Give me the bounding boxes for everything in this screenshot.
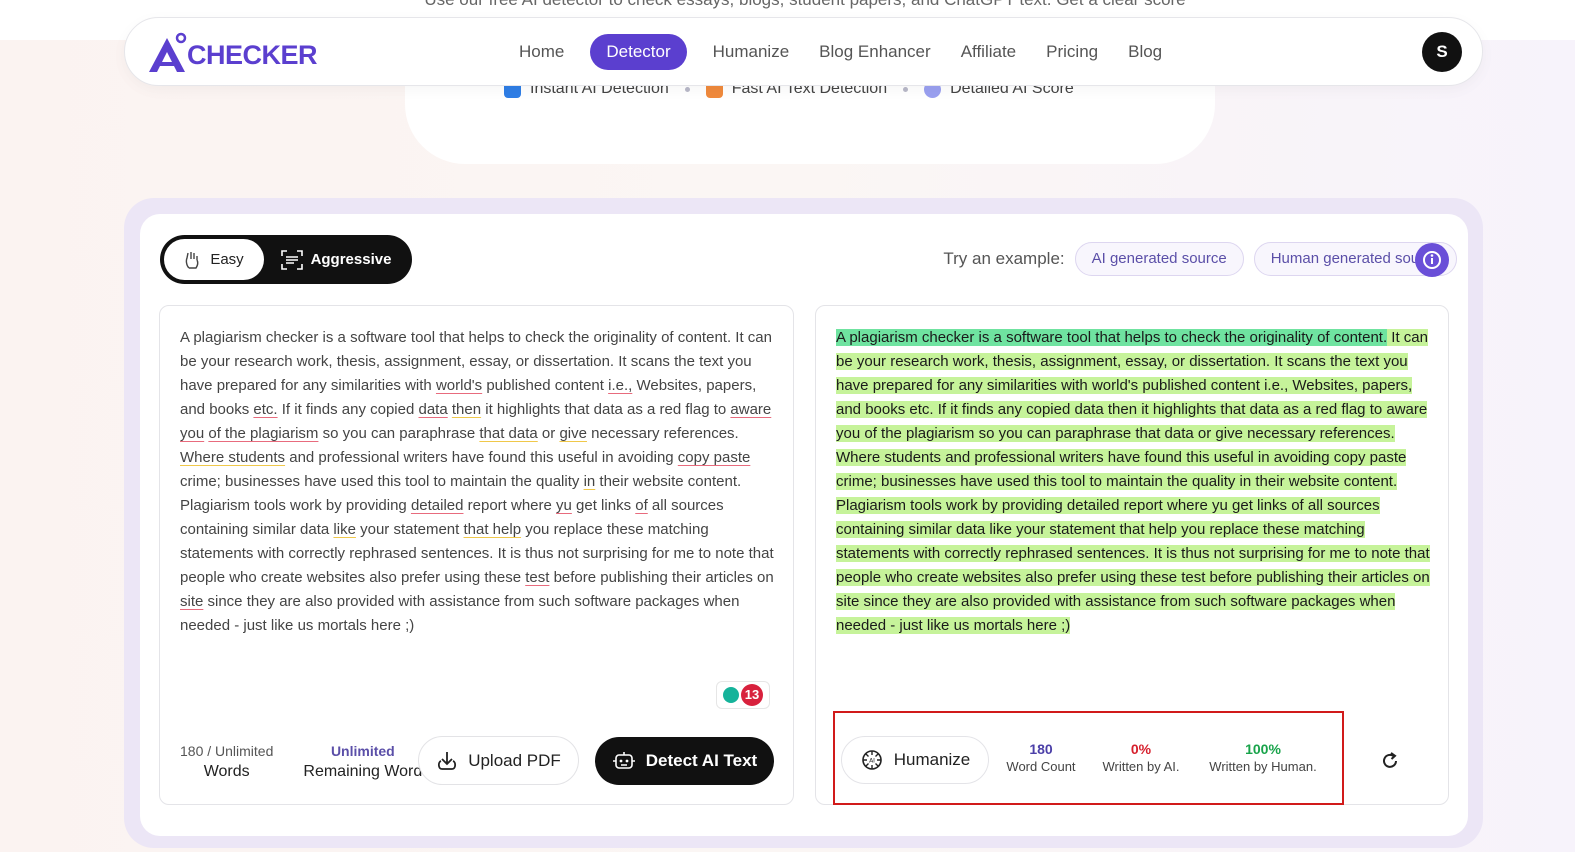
help-button[interactable] [1415, 243, 1449, 277]
text-segment: report where [463, 497, 557, 514]
text-segment: get links [571, 497, 636, 514]
input-stats: 180 / Unlimited Words Unlimited Remainin… [180, 743, 422, 781]
flagged-word[interactable]: give [559, 425, 587, 442]
remaining-stat: Unlimited Remaining Word [303, 743, 422, 781]
detect-ai-button[interactable]: Detect AI Text [595, 737, 774, 785]
logo-text: CHECKER [187, 40, 318, 70]
robot-icon [612, 752, 635, 769]
result-panel: A plagiarism checker is a software tool … [815, 305, 1449, 805]
issues-badge[interactable]: 13 [716, 681, 770, 709]
flagged-word[interactable]: detailed [411, 497, 464, 514]
separator-dot [684, 86, 690, 92]
text-segment: so you can paraphrase [318, 425, 480, 442]
text-segment: If it finds any copied [277, 401, 419, 418]
grammar-icon [723, 687, 739, 703]
nav-detector[interactable]: Detector [590, 34, 687, 70]
flagged-word[interactable]: data [419, 401, 448, 418]
mode-easy-button[interactable]: Easy [164, 239, 264, 280]
user-avatar[interactable]: S [1422, 32, 1462, 72]
input-panel: A plagiarism checker is a software tool … [159, 305, 794, 805]
ai-percent: 0% [1130, 741, 1152, 757]
flagged-word[interactable]: yu [556, 497, 572, 514]
input-text-area[interactable]: A plagiarism checker is a software tool … [180, 326, 778, 638]
hero-subtitle: Use our free AI detector to check essays… [390, 0, 1220, 10]
nav-links: Home Detector Humanize Blog Enhancer Aff… [515, 34, 1166, 70]
detect-ai-label: Detect AI Text [645, 751, 758, 770]
example-bar: Try an example: AI generated source Huma… [943, 242, 1457, 276]
flagged-word[interactable]: of [635, 497, 648, 514]
flagged-word[interactable]: copy paste [678, 449, 751, 466]
refresh-button[interactable] [1375, 746, 1405, 776]
mode-easy-label: Easy [210, 251, 244, 268]
highlighted-sentence: A plagiarism checker is a software tool … [836, 329, 1388, 346]
logo[interactable]: CHECKER [145, 28, 318, 76]
nav-pricing[interactable]: Pricing [1042, 34, 1102, 70]
flagged-word[interactable]: that data [479, 425, 537, 442]
word-count-label: Word Count [1006, 759, 1076, 774]
navbar: CHECKER Home Detector Humanize Blog Enha… [124, 17, 1483, 86]
flagged-word[interactable]: Where students [180, 449, 285, 466]
nav-blog-enhancer[interactable]: Blog Enhancer [815, 34, 935, 70]
flagged-word[interactable]: in [584, 473, 596, 490]
humanize-button[interactable]: AI Humanize [841, 736, 989, 784]
scan-icon [280, 249, 303, 270]
highlighted-sentence: Where students and professional writers … [836, 449, 1407, 490]
download-icon [438, 751, 457, 770]
ai-stat: 0% Written by AI. [1097, 741, 1185, 774]
ai-chip-icon: AI [861, 750, 882, 770]
result-text-area: A plagiarism checker is a software tool … [836, 326, 1436, 638]
flagged-word[interactable]: etc. [253, 401, 277, 418]
nav-blog[interactable]: Blog [1124, 34, 1166, 70]
ai-label: Written by AI. [1102, 759, 1180, 774]
humanize-label: Humanize [893, 750, 971, 769]
example-label: Try an example: [943, 249, 1065, 268]
flagged-word[interactable]: site [180, 593, 203, 610]
human-percent: 100% [1245, 741, 1281, 757]
result-summary: AI Humanize 180 Word Count 0% Written by… [833, 711, 1344, 805]
upload-pdf-label: Upload PDF [468, 750, 561, 770]
flagged-word[interactable]: like [333, 521, 356, 538]
word-count-stat: 180 Word Count [1005, 741, 1077, 774]
words-stat: 180 / Unlimited Words [180, 743, 273, 781]
separator-dot [903, 86, 909, 92]
flagged-word[interactable]: i.e., [608, 377, 632, 394]
text-segment: since they are also provided with assist… [180, 593, 740, 634]
remaining-label: Remaining Word [303, 763, 423, 780]
nav-affiliate[interactable]: Affiliate [957, 34, 1020, 70]
upload-pdf-button[interactable]: Upload PDF [418, 736, 579, 785]
nav-home[interactable]: Home [515, 34, 568, 70]
text-segment: and professional writers have found this… [285, 449, 678, 466]
words-value: 180 / Unlimited [180, 743, 274, 759]
human-stat: 100% Written by Human. [1203, 741, 1323, 774]
svg-text:AI: AI [869, 758, 875, 765]
mode-aggressive-button[interactable]: Aggressive [264, 249, 408, 270]
flagged-word[interactable]: world's [436, 377, 482, 394]
text-segment: it highlights that data as a red flag to [481, 401, 731, 418]
word-count-value: 180 [1029, 741, 1053, 757]
text-segment: crime; businesses have used this tool to… [180, 473, 584, 490]
text-segment: before publishing their articles on [549, 569, 774, 586]
remaining-value: Unlimited [330, 743, 395, 759]
ai-example-chip[interactable]: AI generated source [1074, 242, 1244, 276]
text-segment: necessary references. [586, 425, 739, 442]
logo-mark-icon [149, 32, 187, 72]
text-segment: your statement [355, 521, 464, 538]
refresh-icon [1383, 752, 1397, 768]
hand-icon [186, 251, 199, 269]
text-segment: or [537, 425, 560, 442]
text-segment: published content [482, 377, 609, 394]
flagged-word[interactable]: of the plagiarism [208, 425, 318, 442]
flagged-word[interactable]: test [525, 569, 549, 586]
issues-count: 13 [741, 684, 763, 706]
mode-aggressive-label: Aggressive [310, 251, 392, 268]
words-label: Words [203, 763, 250, 780]
flagged-word[interactable]: that help [464, 521, 522, 538]
mode-toggle: Easy Aggressive [160, 235, 412, 284]
info-icon [1423, 251, 1441, 269]
human-label: Written by Human. [1209, 759, 1317, 774]
nav-humanize[interactable]: Humanize [709, 34, 794, 70]
flagged-word[interactable]: then [452, 401, 481, 418]
